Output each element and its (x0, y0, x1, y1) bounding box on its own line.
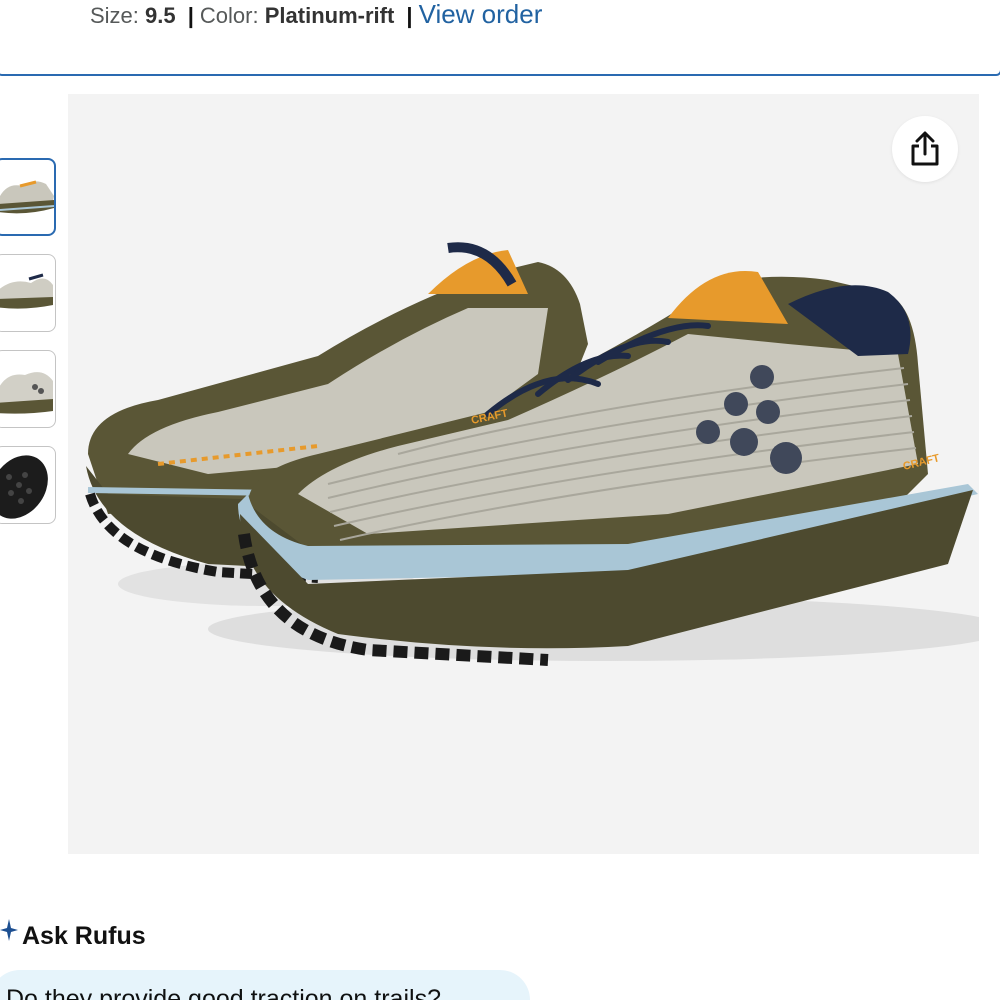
thumbnail-1[interactable] (0, 158, 56, 236)
shoe-illustration: CRAFT CRAFT (85, 242, 1000, 666)
separator: | (406, 3, 413, 28)
order-banner: Size: 9.5 | Color: Platinum-rift | View or… (0, 0, 1000, 76)
thumbnail-4[interactable] (0, 446, 56, 524)
thumbnail-shoe-rear-image (0, 372, 53, 414)
color-value: Platinum-rift (264, 3, 395, 28)
front-shoe: CRAFT CRAFT (238, 270, 978, 666)
view-order-link[interactable]: View order (419, 0, 543, 29)
separator: | (187, 3, 194, 28)
size-value: 9.5 (145, 3, 176, 28)
thumbnail-2[interactable] (0, 254, 56, 332)
product-image[interactable]: CRAFT CRAFT (68, 94, 1000, 854)
ask-rufus-heading: Ask Rufus (0, 918, 146, 951)
color-label: Color: (199, 3, 259, 28)
share-button[interactable] (892, 116, 958, 182)
sparkle-icon (0, 918, 18, 941)
thumbnail-shoe-side-image (0, 180, 54, 214)
thumbnail-shoe-outsole-image (0, 455, 48, 519)
thumbnail-shoe-profile-image (0, 273, 53, 309)
rufus-suggestion-text: Do they provide good traction on trails? (6, 985, 441, 1000)
ask-rufus-title: Ask Rufus (22, 922, 146, 950)
thumbnail-3[interactable] (0, 350, 56, 428)
rufus-suggestion-chip[interactable]: Do they provide good traction on trails? (0, 970, 530, 1000)
size-label: Size: (90, 3, 139, 28)
order-details: Size: 9.5 | Color: Platinum-rift | View or… (90, 0, 542, 30)
share-icon (911, 131, 939, 166)
